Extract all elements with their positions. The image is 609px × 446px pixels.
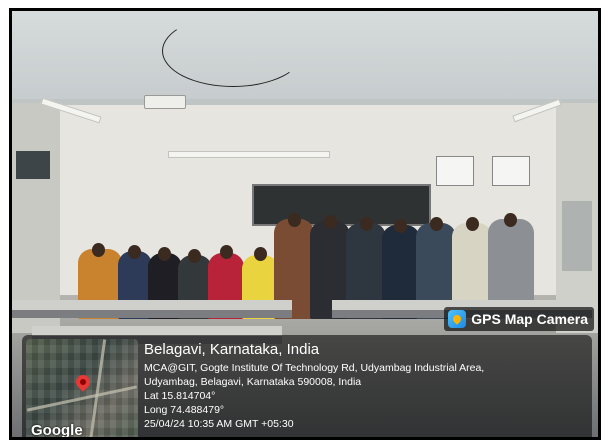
head — [288, 213, 301, 227]
head — [158, 247, 171, 261]
projector — [144, 95, 186, 109]
right-window — [562, 201, 592, 271]
location-title: Belagavi, Karnataka, India — [144, 341, 320, 358]
left-window — [16, 151, 50, 179]
photo-frame: GPS Map Camera Google Belagavi, Karnatak… — [9, 8, 601, 440]
head — [360, 217, 373, 231]
geotag-overlay: Google Belagavi, Karnataka, India MCA@GI… — [22, 335, 592, 437]
latitude: Lat 15.814704° — [144, 390, 216, 402]
map-road — [88, 339, 107, 437]
longitude: Long 74.488479° — [144, 404, 225, 416]
ceiling — [12, 11, 598, 103]
head — [92, 243, 105, 257]
head — [324, 215, 337, 229]
head — [128, 245, 141, 259]
group-photo: GPS Map Camera Google Belagavi, Karnatak… — [12, 11, 598, 437]
head — [188, 249, 201, 263]
head — [220, 245, 233, 259]
gps-map-camera-icon — [448, 310, 467, 328]
notice-board — [492, 156, 530, 186]
address-line-1: MCA@GIT, Gogte Institute Of Technology R… — [144, 362, 485, 374]
map-pin-icon — [73, 372, 93, 392]
ceiling-light — [168, 151, 330, 158]
head — [504, 213, 517, 227]
desk — [12, 300, 292, 318]
address-line-2: Udyambag, Belagavi, Karnataka 590008, In… — [144, 376, 362, 388]
gps-map-camera-badge: GPS Map Camera — [444, 307, 594, 331]
gps-badge-label: GPS Map Camera — [471, 311, 588, 327]
timestamp: 25/04/24 10:35 AM GMT +05:30 — [144, 418, 294, 430]
map-brand-label: Google — [31, 422, 83, 437]
map-thumbnail: Google — [26, 339, 138, 437]
head — [394, 219, 407, 233]
location-info: Belagavi, Karnataka, India MCA@GIT, Gogt… — [144, 335, 592, 437]
projector-cable — [162, 15, 304, 87]
head — [254, 247, 267, 261]
notice-board — [436, 156, 474, 186]
head — [430, 217, 443, 231]
head — [466, 217, 479, 231]
